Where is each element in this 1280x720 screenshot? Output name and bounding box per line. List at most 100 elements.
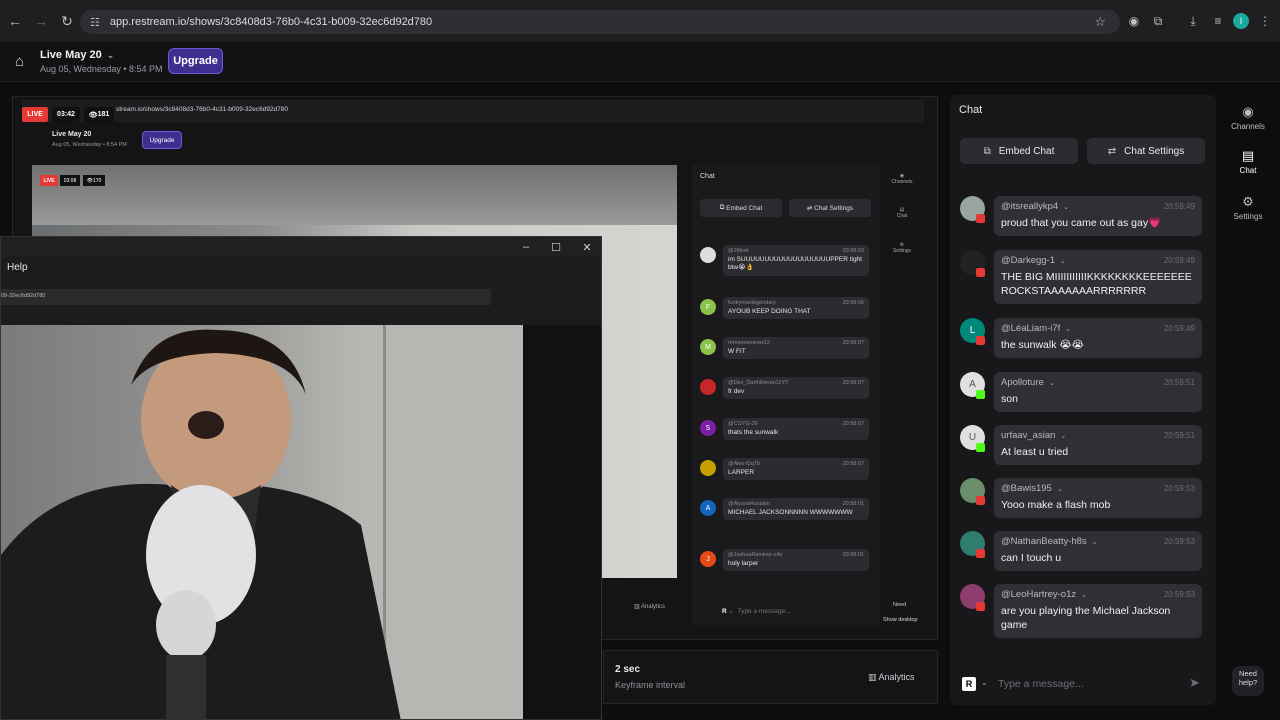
chevron-down-icon[interactable]: ⌄ xyxy=(1065,326,1071,333)
chat-username[interactable]: @NathanBeatty-h8s ⌄ xyxy=(1001,536,1098,547)
app-header: ⌂ Live May 20 ⌄ Aug 05, Wednesday • 8:54 … xyxy=(0,42,1280,82)
help-menu[interactable]: Help xyxy=(7,262,28,273)
chat-username[interactable]: urfaav_asian ⌄ xyxy=(1001,430,1066,441)
chat-username[interactable]: @LeoHartrey-o1z ⌄ xyxy=(1001,589,1087,600)
analytics-button[interactable]: ▥ Analytics xyxy=(868,672,915,683)
nested-chat-avatar: S xyxy=(700,420,716,436)
chat-message[interactable]: @LéaLiam-i7f ⌄ 20:59:49 the sunwalk 😭😭 xyxy=(994,318,1202,359)
chat-text: proud that you came out as gay💗 xyxy=(1001,217,1162,229)
chevron-down-icon[interactable]: ⌄ xyxy=(1081,592,1087,599)
nested-chat-avatar: J xyxy=(700,551,716,567)
chat-text: THE BIG MIIIIIIIIIIIKKKKKKKKEEEEEEE ROCK… xyxy=(1001,271,1192,298)
chat-username[interactable]: Apolloture ⌄ xyxy=(1001,377,1055,388)
nested-chat-message: @Alex-f2q7b 20:58:07 LARPER xyxy=(723,458,869,481)
minimize-icon[interactable]: – xyxy=(518,240,534,254)
nested-rail-settings: ⚙ Settings xyxy=(892,242,912,254)
chat-settings-button[interactable]: ⇄ Chat Settings xyxy=(1087,138,1205,164)
site-settings-icon[interactable]: ☷ xyxy=(90,16,100,29)
rail-channels[interactable]: ◉ Channels xyxy=(1224,104,1272,131)
window-titlebar[interactable] xyxy=(1,237,601,257)
nested-chat-username: @Dev_DarthRevan11YT xyxy=(728,380,789,386)
rail-chat[interactable]: ▤ Chat xyxy=(1224,148,1272,175)
chevron-down-icon[interactable]: ⌄ xyxy=(107,50,115,60)
chat-text: Yooo make a flash mob xyxy=(1001,499,1111,511)
close-icon[interactable]: ✕ xyxy=(579,240,595,254)
nested-show-desktop: Show desktop xyxy=(883,617,918,623)
upgrade-button[interactable]: Upgrade xyxy=(168,48,223,74)
chevron-down-icon[interactable]: ⌄ xyxy=(1092,539,1098,546)
maximize-icon[interactable]: ☐ xyxy=(548,240,564,254)
camera-window[interactable]: – ☐ ✕ Help 09-32ec6d92d780 xyxy=(0,236,602,720)
forward-icon[interactable]: → xyxy=(30,10,52,32)
nested-chat-text: MICHAEL JACKSONNNNN WWWWWWW xyxy=(728,509,853,516)
chat-message-input[interactable] xyxy=(998,675,1178,693)
camera-url-bar xyxy=(1,289,491,305)
youtube-icon xyxy=(976,602,985,611)
chat-message[interactable]: @itsreallykp4 ⌄ 20:59:49 proud that you cam… xyxy=(994,196,1202,237)
chat-message[interactable]: @LeoHartrey-o1z ⌄ 20:59:53 are you playing … xyxy=(994,584,1202,639)
chat-message[interactable]: Apolloture ⌄ 20:59:51 son xyxy=(994,372,1202,413)
media-icon[interactable]: ≡ xyxy=(1210,13,1226,29)
nested-chat-message: @Dev_DarthRevan11YT 20:58:07 fr dev xyxy=(723,377,869,400)
nested-rail xyxy=(884,165,920,625)
chat-message[interactable]: @NathanBeatty-h8s ⌄ 20:59:53 can I touch u xyxy=(994,531,1202,572)
chat-username[interactable]: @LéaLiam-i7f ⌄ xyxy=(1001,323,1071,334)
embed-chat-button[interactable]: ⧉ Embed Chat xyxy=(960,138,1078,164)
chevron-down-icon[interactable]: ⌄ xyxy=(1060,258,1066,265)
nested-chat-username: @Alex-f2q7b xyxy=(728,461,760,467)
chat-text: can I touch u xyxy=(1001,552,1062,564)
puzzle-icon[interactable]: ⧉ xyxy=(1150,13,1166,29)
chevron-down-icon[interactable]: ⌄ xyxy=(981,678,988,687)
stream-timer: 03:42 xyxy=(52,107,80,122)
chevron-down-icon[interactable]: ⌄ xyxy=(1063,204,1069,211)
chevron-down-icon[interactable]: ⌄ xyxy=(1049,380,1055,387)
analytics-icon: ▥ xyxy=(868,672,877,682)
extension-icon[interactable]: ◉ xyxy=(1126,13,1142,29)
chat-username[interactable]: @Darkegg-1 ⌄ xyxy=(1001,255,1066,266)
chevron-down-icon[interactable]: ⌄ xyxy=(1057,486,1063,493)
nested-chat-text: fr dev xyxy=(728,388,745,395)
address-bar[interactable]: ☷ app.restream.io/shows/3c8408d3-76b0-4c… xyxy=(80,10,1120,34)
nested-chat-username: mrmeowmeow12 xyxy=(728,340,770,346)
nested-chat-time: 20:58:07 xyxy=(842,380,864,386)
profile-avatar[interactable]: I xyxy=(1233,13,1249,29)
nested-chat-avatar: A xyxy=(700,500,716,516)
gear-icon: ⚙ xyxy=(1242,194,1254,209)
back-icon[interactable]: ← xyxy=(4,10,26,32)
camera-side-panel xyxy=(523,325,601,719)
nested-upgrade-button: Upgrade xyxy=(142,131,182,149)
home-icon[interactable]: ⌂ xyxy=(15,53,31,70)
youtube-icon xyxy=(976,496,985,505)
nested-show-title: Live May 20 xyxy=(52,131,92,138)
chat-icon: ▤ xyxy=(1241,148,1255,163)
chat-timestamp: 20:59:51 xyxy=(1163,431,1195,440)
bookmark-star-icon[interactable]: ☆ xyxy=(1094,14,1106,30)
chat-message[interactable]: @Bawis195 ⌄ 20:59:53 Yooo make a flash mob xyxy=(994,478,1202,519)
send-icon[interactable]: ➤ xyxy=(1189,675,1200,691)
keyframe-value: 2 sec xyxy=(615,664,641,675)
channels-icon: ◉ xyxy=(1242,104,1254,119)
camera-url-text: 09-32ec6d92d780 xyxy=(1,293,46,299)
nested-chat-avatar: F xyxy=(700,299,716,315)
menu-kebab-icon[interactable]: ⋮ xyxy=(1257,13,1273,29)
download-icon[interactable]: ⤓ xyxy=(1185,13,1201,29)
nested-viewers: 👁 170 xyxy=(83,175,105,186)
reload-icon[interactable]: ↻ xyxy=(56,10,78,32)
chat-message[interactable]: urfaav_asian ⌄ 20:59:51 At least u tried xyxy=(994,425,1202,466)
chat-username[interactable]: @itsreallykp4 ⌄ xyxy=(1001,201,1069,212)
chat-message[interactable]: @Darkegg-1 ⌄ 20:59:49 THE BIG MIIIIIIIIIIIK… xyxy=(994,250,1202,305)
need-help-button[interactable]: Need help? xyxy=(1232,666,1264,696)
chat-username[interactable]: @Bawis195 ⌄ xyxy=(1001,483,1063,494)
nested-chat-text: im SUUUUUUUUUUUUUUUUUUUPPER tight btw😭👌 xyxy=(728,256,862,272)
show-title[interactable]: Live May 20 ⌄ xyxy=(40,49,114,61)
nested-chat-time: 20:58:01 xyxy=(842,552,864,558)
youtube-icon xyxy=(976,549,985,558)
ceiling-shape xyxy=(32,165,677,225)
rail-settings[interactable]: ⚙ Settings xyxy=(1224,194,1272,221)
chevron-down-icon[interactable]: ⌄ xyxy=(1060,433,1066,440)
nested-chat-message: @AlyssaHussain 20:58:01 MICHAEL JACKSONNNN… xyxy=(723,498,869,521)
nested-rail-channels: ◉ Channels xyxy=(891,173,913,185)
restream-logo[interactable]: R xyxy=(962,677,976,691)
nested-chat-username: @JoshuaRamirez-c4o xyxy=(728,552,783,558)
nested-message-input: R ⌄ Type a message... xyxy=(722,608,791,615)
